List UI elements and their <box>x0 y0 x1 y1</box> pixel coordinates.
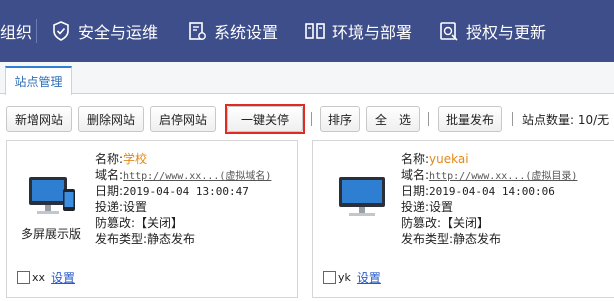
tamper-key: 防篡改: <box>401 216 442 230</box>
site-date: 2019-04-04 14:00:06 <box>429 185 555 198</box>
toolbar-separator <box>512 112 513 126</box>
name-key: 名称: <box>401 152 430 166</box>
site-publish-type: 静态发布 <box>453 232 502 246</box>
toolbar-separator <box>311 112 312 126</box>
domain-key: 域名: <box>95 168 124 182</box>
tamper-key: 防篡改: <box>95 216 136 230</box>
stop-all-button[interactable]: 一键关停 <box>225 104 305 134</box>
select-all-button[interactable]: 全 选 <box>366 106 420 132</box>
publish-key: 发布类型: <box>401 232 454 246</box>
nav-item-settings[interactable]: 系统设置 <box>186 0 278 62</box>
sort-button[interactable]: 排序 <box>320 106 360 132</box>
shield-check-icon <box>50 20 72 42</box>
site-delivery: 设置 <box>123 200 148 214</box>
site-info: 名称:yuekai 域名:http://www.xx...(虚拟目录) 日期:2… <box>401 151 577 247</box>
site-checkbox[interactable] <box>323 271 336 284</box>
site-code: xx <box>32 271 46 284</box>
desktop-monitor-icon <box>333 171 393 227</box>
nav-item-label: 安全与运维 <box>78 23 159 42</box>
nav-item-license[interactable]: 授权与更新 <box>438 0 546 62</box>
site-settings-link[interactable]: 设置 <box>51 269 75 286</box>
settings-document-icon <box>186 20 208 42</box>
stop-all-label: 一键关停 <box>227 106 303 132</box>
site-card-footer: xx 设置 <box>17 269 75 286</box>
date-key: 日期: <box>95 184 124 198</box>
site-domain-link[interactable]: http://www.xx...(虚拟域名) <box>123 171 271 182</box>
toolbar-separator <box>428 112 429 126</box>
license-icon <box>438 20 460 42</box>
name-key: 名称: <box>95 152 124 166</box>
site-checkbox[interactable] <box>17 271 30 284</box>
tab-site-management[interactable]: 站点管理 <box>5 66 72 95</box>
site-card[interactable]: 多屏展示版 名称:学校 域名:http://www.xx...(虚拟域名) 日期… <box>6 140 298 298</box>
site-code: yk <box>338 271 351 284</box>
nav-divider <box>36 19 37 43</box>
nav-item-environment[interactable]: 环境与部署 <box>304 0 412 62</box>
site-settings-link[interactable]: 设置 <box>357 269 381 286</box>
servers-icon <box>304 20 326 42</box>
delete-site-button[interactable]: 删除网站 <box>78 106 144 132</box>
site-info: 名称:学校 域名:http://www.xx...(虚拟域名) 日期:2019-… <box>95 151 271 247</box>
multi-screen-device-icon <box>27 171 87 227</box>
site-template-label: 多屏展示版 <box>21 227 82 241</box>
site-count: 站点数量: 10/无 <box>522 112 610 127</box>
toggle-site-button[interactable]: 启停网站 <box>150 106 216 132</box>
nav-item-label: 系统设置 <box>214 23 279 42</box>
site-publish-type: 静态发布 <box>147 232 196 246</box>
nav-item-org[interactable]: 组织 <box>0 0 32 62</box>
delivery-key: 投递: <box>95 200 124 214</box>
site-domain-link[interactable]: http://www.xx...(虚拟目录) <box>429 171 577 182</box>
tab-bar: 站点管理 <box>0 62 614 95</box>
nav-item-label: 组织 <box>0 23 33 42</box>
date-key: 日期: <box>401 184 430 198</box>
site-name: 学校 <box>123 152 148 166</box>
nav-item-security[interactable]: 安全与运维 <box>50 0 158 62</box>
delivery-key: 投递: <box>401 200 430 214</box>
new-site-button[interactable]: 新增网站 <box>6 106 72 132</box>
top-nav: 组织 安全与运维 系统设置 环境与部署 授权与更新 <box>0 0 614 62</box>
site-tamper: 【关闭】 <box>135 216 184 230</box>
site-card[interactable]: 名称:yuekai 域名:http://www.xx...(虚拟目录) 日期:2… <box>312 140 614 298</box>
batch-publish-button[interactable]: 批量发布 <box>438 106 502 132</box>
domain-key: 域名: <box>401 168 430 182</box>
site-tamper: 【关闭】 <box>441 216 490 230</box>
nav-item-label: 授权与更新 <box>466 23 547 42</box>
site-date: 2019-04-04 13:00:47 <box>123 185 249 198</box>
site-name: yuekai <box>429 152 469 166</box>
site-card-footer: yk 设置 <box>323 269 381 286</box>
publish-key: 发布类型: <box>95 232 148 246</box>
nav-item-label: 环境与部署 <box>332 23 413 42</box>
site-delivery: 设置 <box>429 200 454 214</box>
